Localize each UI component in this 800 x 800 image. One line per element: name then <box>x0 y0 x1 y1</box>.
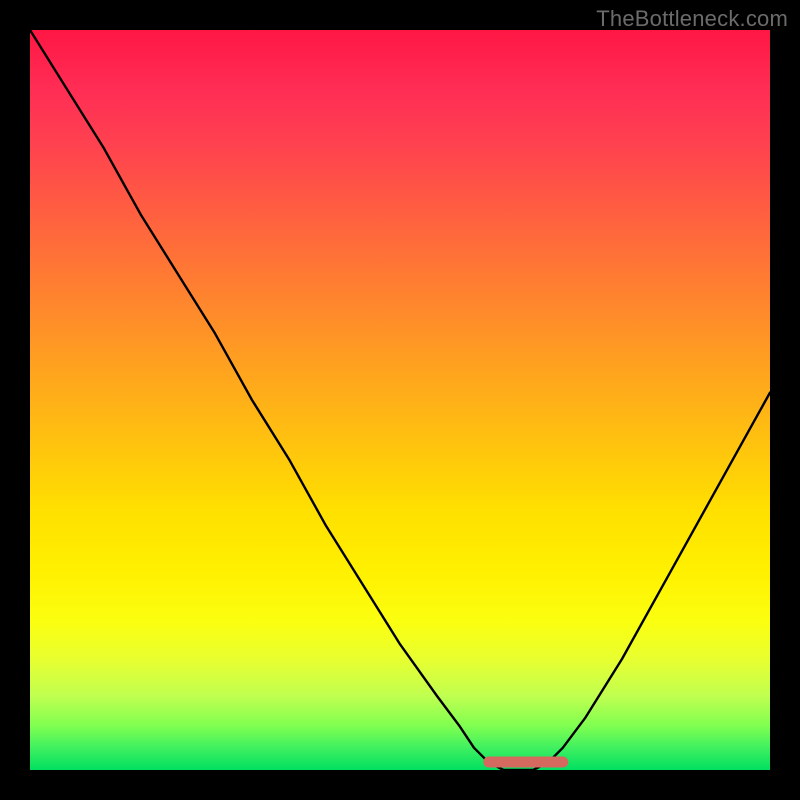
chart-frame: TheBottleneck.com <box>0 0 800 800</box>
watermark-text: TheBottleneck.com <box>596 6 788 32</box>
gradient-background <box>30 30 770 770</box>
plot-area <box>30 30 770 770</box>
